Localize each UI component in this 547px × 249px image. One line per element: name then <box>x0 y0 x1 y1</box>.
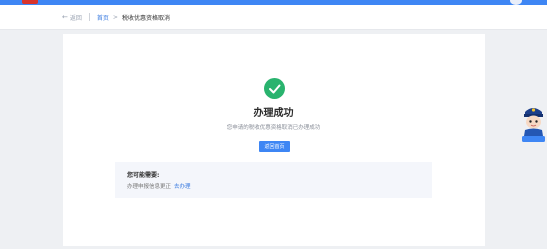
logo <box>22 0 38 4</box>
breadcrumb-separator: > <box>112 13 118 21</box>
breadcrumb: ← 返回 首页 > 税收优惠资格取消 <box>62 11 170 23</box>
breadcrumb-home-link[interactable]: 首页 <box>97 13 109 22</box>
police-mascot-icon[interactable] <box>520 103 547 143</box>
result-card <box>63 34 485 246</box>
suggestions-title: 您可能需要: <box>127 172 160 179</box>
result-title: 办理成功 <box>253 108 294 119</box>
suggestion-link[interactable]: 去办理 <box>174 182 191 190</box>
back-label: 返回 <box>69 14 82 22</box>
result-description: 您申请的税收优惠资格取消已办理成功 <box>226 125 321 131</box>
suggestions-panel: 您可能需要: 办理申报信息更正 去办理 <box>115 162 432 198</box>
breadcrumb-current: 税收优惠资格取消 <box>121 14 170 22</box>
return-home-button[interactable]: 返回首页 <box>259 141 290 152</box>
suggestion-item: 办理申报信息更正 去办理 <box>127 182 191 190</box>
suggestion-text: 办理申报信息更正 <box>127 184 172 190</box>
arrow-left-icon: ← <box>62 13 68 21</box>
breadcrumb-bar: ← 返回 首页 > 税收优惠资格取消 <box>0 5 547 30</box>
back-button[interactable]: ← 返回 <box>62 13 82 22</box>
divider <box>88 13 90 21</box>
check-circle-icon <box>264 78 285 99</box>
